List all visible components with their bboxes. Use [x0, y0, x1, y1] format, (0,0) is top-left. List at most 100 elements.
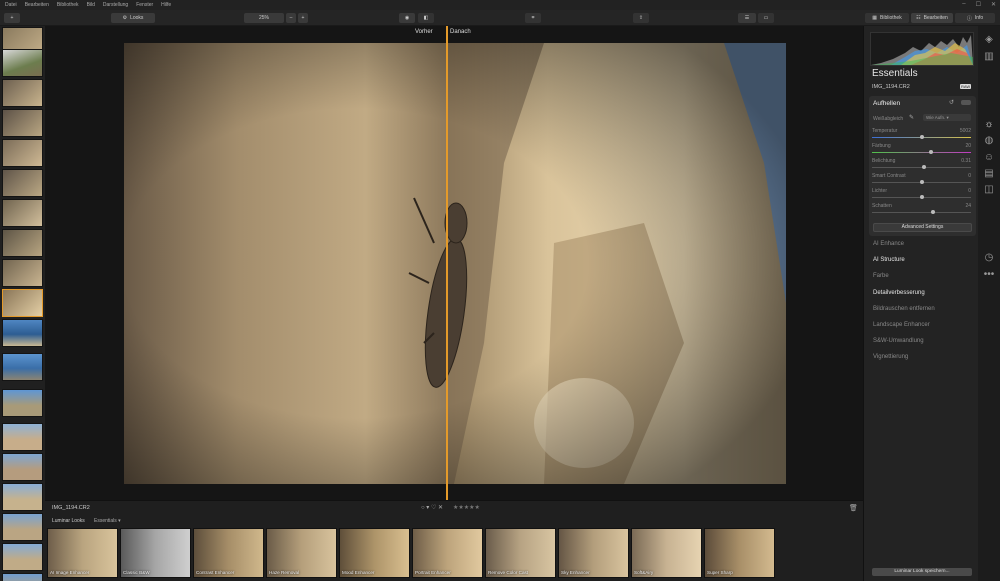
raw-badge: RAW: [960, 84, 972, 89]
tool-title[interactable]: Aufhellen: [873, 100, 900, 107]
looks-category-dropdown[interactable]: Essentials ▾: [94, 518, 121, 524]
slider-tint[interactable]: Färbung 20: [872, 143, 973, 158]
zoom-in-button[interactable]: +: [298, 13, 308, 23]
menu-library[interactable]: Bibliothek: [57, 2, 79, 8]
filmstrip[interactable]: [0, 26, 45, 581]
slider-knob[interactable]: [929, 150, 934, 154]
tab-edit[interactable]: ☷ Bearbeiten: [911, 13, 953, 23]
filmstrip-thumb[interactable]: [2, 49, 43, 77]
section-denoise[interactable]: Bildrauschen entfernen: [873, 306, 935, 312]
star-rating[interactable]: ★★★★★: [453, 504, 480, 511]
before-after-split-handle[interactable]: [446, 26, 448, 500]
eyedropper-icon[interactable]: ✎: [909, 114, 914, 121]
filmstrip-thumb[interactable]: [2, 573, 43, 581]
filmstrip-thumb[interactable]: [2, 259, 43, 287]
section-ai-structure[interactable]: AI Structure: [873, 257, 905, 263]
slider-knob[interactable]: [922, 165, 927, 169]
single-view-icon: ▭: [763, 15, 769, 21]
image-viewer[interactable]: Vorher Danach: [45, 26, 863, 500]
single-view-button[interactable]: ▭: [758, 13, 774, 23]
filmstrip-thumb[interactable]: [2, 109, 43, 137]
look-thumb[interactable]: Classic B&W: [120, 528, 191, 578]
minimize-button[interactable]: –: [962, 1, 965, 8]
looks-button[interactable]: ⚙ Looks: [111, 13, 155, 23]
maximize-button[interactable]: ☐: [976, 1, 981, 8]
look-thumb[interactable]: AI Image Enhancer: [47, 528, 118, 578]
filmstrip-thumb[interactable]: [2, 79, 43, 107]
slider-exposure[interactable]: Belichtung 0.31: [872, 158, 973, 173]
look-thumb[interactable]: Super Sharp: [704, 528, 775, 578]
history-clock-icon[interactable]: ◷: [983, 252, 995, 264]
canvas-icon[interactable]: ▥: [983, 51, 995, 63]
look-thumb[interactable]: Haze Removal: [266, 528, 337, 578]
filmstrip-thumb[interactable]: [2, 139, 43, 167]
look-thumb[interactable]: Portrait Enhancer: [412, 528, 483, 578]
advanced-settings-button[interactable]: Advanced Settings: [873, 223, 972, 232]
section-landscape[interactable]: Landscape Enhancer: [873, 322, 930, 328]
slider-smart-contrast[interactable]: Smart Contrast 0: [872, 173, 973, 188]
slider-shadows[interactable]: Schatten 24: [872, 203, 973, 218]
section-detail[interactable]: Detailverbesserung: [873, 290, 925, 296]
zoom-dropdown[interactable]: 25%: [244, 13, 284, 23]
compare-button[interactable]: ◧: [418, 13, 434, 23]
layers-icon[interactable]: ◈: [983, 34, 995, 46]
professional-bag-icon[interactable]: ◫: [983, 184, 995, 196]
pro-icon[interactable]: ▤: [983, 168, 995, 180]
filmstrip-thumb[interactable]: [2, 483, 43, 511]
filmstrip-thumb[interactable]: [2, 229, 43, 257]
look-thumb[interactable]: Remove Color Cast: [485, 528, 556, 578]
filmstrip-thumb[interactable]: [2, 513, 43, 541]
eye-preview-button[interactable]: ◉: [399, 13, 415, 23]
section-color[interactable]: Farbe: [873, 273, 889, 279]
slider-knob[interactable]: [919, 135, 924, 139]
look-thumb[interactable]: Sky Enhancer: [558, 528, 629, 578]
portrait-face-icon[interactable]: ☺: [983, 152, 995, 164]
section-bw[interactable]: S&W-Umwandlung: [873, 338, 924, 344]
close-button[interactable]: ✕: [991, 1, 996, 8]
slider-highlights[interactable]: Lichter 0: [872, 188, 973, 203]
filmstrip-thumb[interactable]: [2, 389, 43, 417]
menu-help[interactable]: Hilfe: [161, 2, 171, 8]
tab-library[interactable]: ▦ Bibliothek: [865, 13, 909, 23]
slider-knob[interactable]: [919, 195, 924, 199]
slider-knob[interactable]: [931, 210, 936, 214]
panel-filename: IMG_1194.CR2: [872, 84, 910, 90]
crop-button[interactable]: ⌗: [525, 13, 541, 23]
photo-canvas[interactable]: [124, 43, 786, 484]
filmstrip-thumb[interactable]: [2, 423, 43, 451]
zoom-out-button[interactable]: –: [286, 13, 296, 23]
filmstrip-thumb[interactable]: [2, 199, 43, 227]
wb-dropdown[interactable]: Wie Aufn. ▾: [923, 114, 971, 121]
section-ai-enhance[interactable]: AI Enhance: [873, 241, 904, 247]
save-look-button[interactable]: Luminar Look speichern...: [872, 568, 972, 576]
flag-controls[interactable]: ○ ▾ ♡ ✕: [421, 504, 443, 511]
reset-icon[interactable]: ↺: [949, 99, 954, 106]
more-options-button[interactable]: [961, 100, 971, 105]
menu-image[interactable]: Bild: [87, 2, 95, 8]
menu-file[interactable]: Datei: [5, 2, 17, 8]
filmstrip-thumb-selected[interactable]: [2, 289, 43, 317]
tab-info[interactable]: ⓘ Info: [955, 13, 995, 23]
look-thumb[interactable]: Contrast Enhancer: [193, 528, 264, 578]
menu-edit[interactable]: Bearbeiten: [25, 2, 49, 8]
filmstrip-thumb[interactable]: [2, 543, 43, 571]
add-button[interactable]: +: [4, 13, 20, 23]
slider-temperature[interactable]: Temperatur 5002: [872, 128, 973, 143]
filmstrip-thumb[interactable]: [2, 353, 43, 381]
more-dots-icon[interactable]: •••: [983, 269, 995, 281]
filmstrip-thumb[interactable]: [2, 453, 43, 481]
menu-view[interactable]: Darstellung: [103, 2, 128, 8]
filmstrip-thumb[interactable]: [2, 319, 43, 347]
look-thumb[interactable]: Soft&Airy: [631, 528, 702, 578]
creative-palette-icon[interactable]: ◍: [983, 135, 995, 147]
tab-luminar-looks[interactable]: Luminar Looks: [52, 518, 85, 524]
menu-window[interactable]: Fenster: [136, 2, 153, 8]
share-button[interactable]: ⇪: [633, 13, 649, 23]
section-vignette[interactable]: Vignettierung: [873, 354, 908, 360]
trash-icon[interactable]: 🗑: [849, 504, 858, 512]
slider-knob[interactable]: [919, 180, 924, 184]
look-thumb[interactable]: Mood Enhancer: [339, 528, 410, 578]
grid-view-button[interactable]: ☰: [738, 13, 756, 23]
filmstrip-thumb[interactable]: [2, 169, 43, 197]
essentials-sun-icon[interactable]: ☼: [983, 119, 995, 131]
